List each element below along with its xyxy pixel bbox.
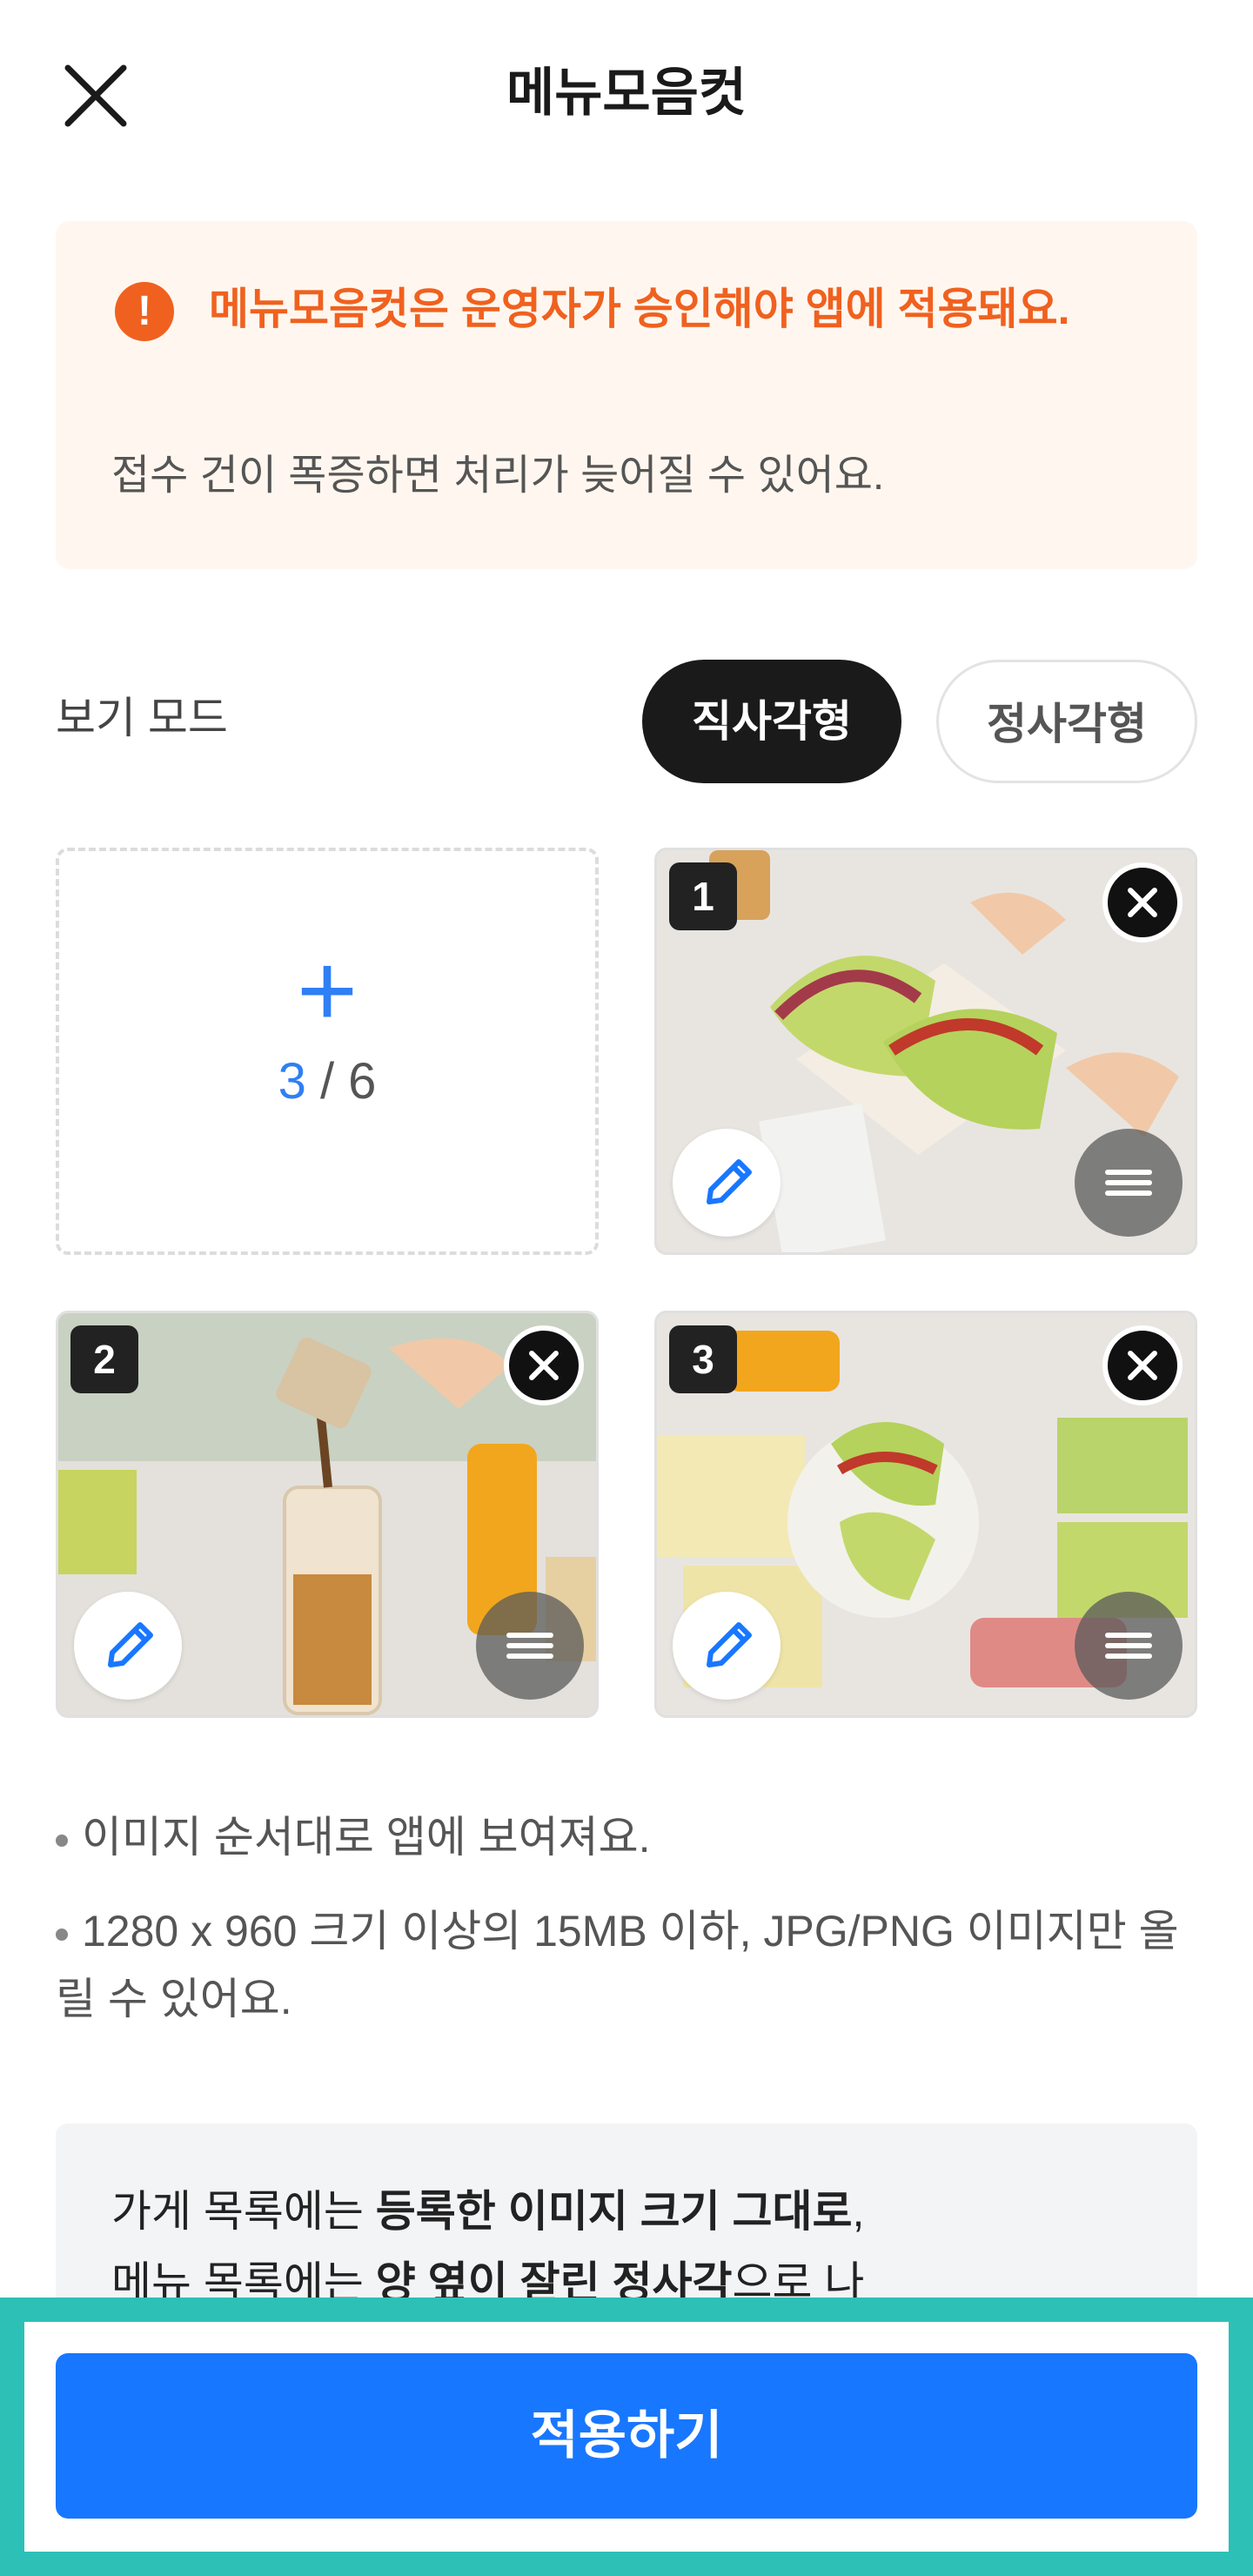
edit-pencil-icon[interactable] (673, 1592, 781, 1700)
photo-index-badge: 2 (70, 1325, 138, 1393)
edit-pencil-icon[interactable] (673, 1129, 781, 1237)
drag-handle-icon[interactable] (476, 1592, 584, 1700)
photo-count-separator: / (305, 1053, 349, 1110)
info-line1-suffix: , (852, 2187, 865, 2236)
edit-pencil-icon[interactable] (74, 1592, 182, 1700)
remove-photo-icon[interactable] (1102, 1325, 1183, 1405)
photo-tile-2[interactable]: 2 (56, 1311, 599, 1718)
remove-photo-icon[interactable] (1102, 862, 1183, 943)
info-line1-bold: 등록한 이미지 크기 그대로 (375, 2187, 853, 2236)
photo-index-badge: 3 (669, 1325, 737, 1393)
guideline-text: 1280 x 960 크기 이상의 15MB 이하, JPG/PNG 이미지만 … (56, 1907, 1179, 2023)
drag-handle-icon[interactable] (1075, 1592, 1183, 1700)
guideline-item: 1280 x 960 크기 이상의 15MB 이하, JPG/PNG 이미지만 … (56, 1897, 1197, 2033)
notice-description: 접수 건이 폭증하면 처리가 늦어질 수 있어요. (111, 453, 885, 499)
remove-photo-icon[interactable] (504, 1325, 584, 1405)
plus-icon: + (296, 932, 358, 1049)
view-mode-label: 보기 모드 (56, 694, 228, 742)
photo-count-current: 3 (278, 1053, 306, 1110)
guideline-item: 이미지 순서대로 앱에 보여져요. (56, 1803, 1197, 1871)
info-line1-prefix: 가게 목록에는 (111, 2187, 376, 2236)
bullet-icon (56, 1834, 68, 1847)
page-title: 메뉴모음컷 (506, 64, 747, 122)
photo-tile-1[interactable]: 1 (654, 848, 1197, 1255)
add-photo-tile[interactable]: + 3 / 6 (56, 848, 599, 1255)
view-mode-square-button[interactable]: 정사각형 (936, 660, 1197, 783)
photo-count-max: 6 (348, 1053, 377, 1110)
notice-box (56, 221, 1197, 569)
exclamation-icon: ! (115, 282, 174, 341)
photo-count: 3 / 6 (59, 1051, 595, 1112)
bullet-icon (56, 1928, 68, 1941)
drag-handle-icon[interactable] (1075, 1129, 1183, 1237)
photo-tile-3[interactable]: 3 (654, 1311, 1197, 1718)
notice-title: 메뉴모음컷은 운영자가 승인해야 앱에 적용돼요. (209, 285, 1070, 333)
guideline-text: 이미지 순서대로 앱에 보여져요. (82, 1813, 651, 1862)
view-mode-rectangle-button[interactable]: 직사각형 (642, 660, 901, 783)
photo-index-badge: 1 (669, 862, 737, 930)
apply-button[interactable]: 적용하기 (56, 2353, 1197, 2519)
